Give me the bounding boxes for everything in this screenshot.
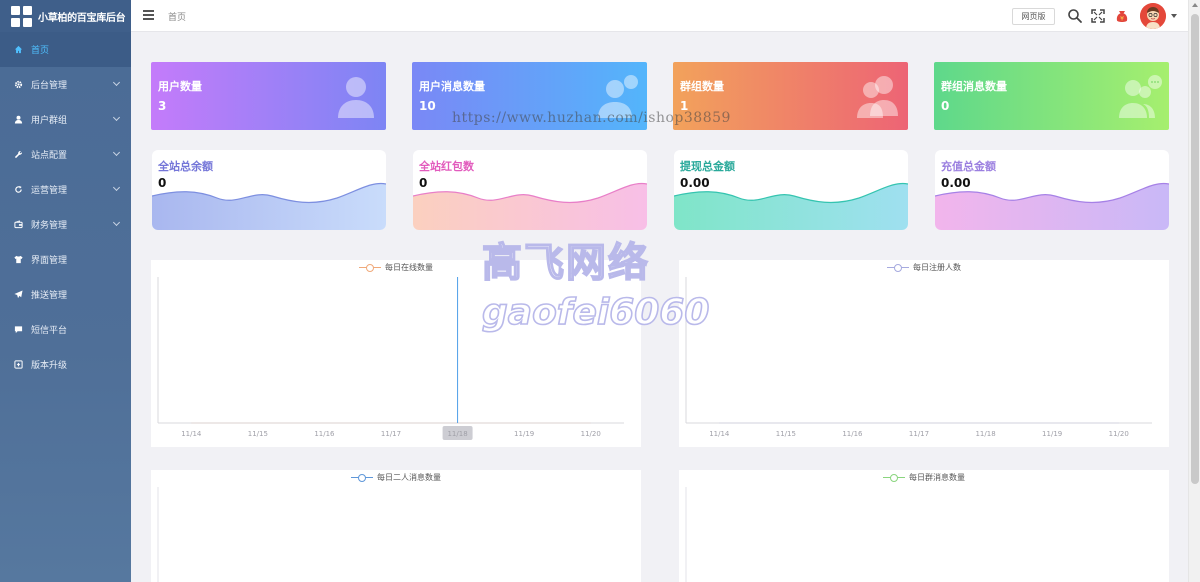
user-icon: [12, 115, 24, 124]
chart-panel-daily-register: 每日注册人数 11/14 11/15 11/16 11/17 11/18 11/19 11/2…: [679, 260, 1169, 447]
refresh-icon: [12, 185, 24, 194]
x-tick-label: 11/15: [248, 430, 268, 438]
sidebar-item-label: 界面管理: [31, 256, 68, 266]
sidebar-item-9[interactable]: 版本升级: [0, 347, 131, 382]
sidebar-item-2[interactable]: 用户群组: [0, 102, 131, 137]
sidebar-item-5[interactable]: 财务管理: [0, 207, 131, 242]
gear-icon: [12, 80, 24, 89]
x-tick-label: 11/19: [1042, 430, 1062, 438]
sidebar-item-label: 推送管理: [31, 291, 68, 301]
x-tick-label: 11/18: [447, 430, 467, 438]
wave-decoration: [152, 182, 386, 230]
chevron-down-icon: [112, 218, 121, 227]
stat-card: 群组消息数量 0: [934, 62, 1169, 130]
summary-card-value: 0: [419, 176, 428, 190]
x-tick-label: 11/18: [975, 430, 995, 438]
app-title: 小草柏的百宝库后台: [38, 12, 126, 24]
stat-card-value: 3: [158, 99, 167, 113]
x-tick-label: 11/19: [514, 430, 534, 438]
upgrade-icon: [12, 360, 24, 369]
money-bag-icon[interactable]: ¥: [1114, 8, 1130, 24]
x-tick-label: 11/14: [181, 430, 202, 438]
summary-card-value: 0.00: [941, 176, 971, 190]
comment-icon: [12, 325, 24, 334]
wrench-icon: [12, 150, 24, 159]
vertical-scrollbar[interactable]: [1188, 0, 1200, 582]
chart-panel-daily-private-messages: 每日二人消息数量: [151, 470, 641, 582]
line-chart: 11/14 11/15 11/16 11/17 11/18 11/19 11/20: [685, 277, 1152, 438]
watermark-brand-en: gaofei6060: [482, 292, 709, 333]
x-tick-label: 11/14: [709, 430, 730, 438]
stat-card-label: 用户数量: [158, 80, 202, 93]
shirt-icon: [12, 255, 24, 264]
sidebar: 小草柏的百宝库后台 首页后台管理用户群组站点配置运营管理财务管理界面管理推送管理…: [0, 0, 131, 582]
svg-text:¥: ¥: [1120, 16, 1124, 23]
summary-card: 全站红包数 0: [413, 150, 647, 230]
home-icon: [12, 45, 24, 54]
chevron-down-icon[interactable]: [1171, 14, 1177, 18]
summary-card-label: 提现总金额: [680, 160, 735, 173]
x-tick-label: 11/15: [776, 430, 796, 438]
summary-card-label: 充值总金额: [941, 160, 996, 173]
summary-card-value: 0.00: [680, 176, 710, 190]
brand[interactable]: 小草柏的百宝库后台: [0, 0, 131, 32]
summary-card-label: 全站总余额: [158, 160, 213, 173]
stat-card-label: 群组数量: [680, 80, 724, 93]
x-tick-label: 11/16: [842, 430, 863, 438]
sidebar-item-label: 站点配置: [31, 151, 68, 161]
stat-card-value: 0: [941, 99, 950, 113]
sidebar-item-label: 后台管理: [31, 81, 68, 91]
avatar[interactable]: [1140, 3, 1166, 29]
top-header: 首页 网页版 ¥: [131, 0, 1188, 32]
sidebar-item-label: 版本升级: [31, 361, 68, 371]
line-chart: [685, 487, 687, 582]
chevron-down-icon: [112, 113, 121, 122]
x-tick-label: 11/17: [381, 430, 401, 438]
sidebar-item-label: 首页: [31, 46, 50, 56]
sidebar-item-label: 运营管理: [31, 186, 68, 196]
sidebar-item-0[interactable]: 首页: [0, 32, 131, 67]
stat-card: 用户数量 3: [151, 62, 386, 130]
x-tick-label: 11/20: [1109, 430, 1129, 438]
paper-plane-icon: [12, 290, 24, 299]
summary-card-label: 全站红包数: [419, 160, 474, 173]
wave-decoration: [413, 182, 647, 230]
summary-card: 提现总金额 0.00: [674, 150, 908, 230]
line-chart: [157, 487, 159, 582]
chevron-down-icon: [112, 148, 121, 157]
menu-toggle-icon[interactable]: [143, 10, 154, 20]
x-tick-label: 11/20: [581, 430, 601, 438]
wallet-icon: [12, 220, 24, 229]
stat-card-label: 用户消息数量: [419, 80, 485, 93]
chart-panel-daily-group-messages: 每日群消息数量: [679, 470, 1169, 582]
sidebar-item-8[interactable]: 短信平台: [0, 312, 131, 347]
stat-card-label: 群组消息数量: [941, 80, 1007, 93]
sidebar-item-1[interactable]: 后台管理: [0, 67, 131, 102]
chevron-down-icon: [112, 78, 121, 87]
fullscreen-icon[interactable]: [1090, 8, 1106, 24]
summary-card: 全站总余额 0: [152, 150, 386, 230]
chevron-down-icon: [112, 183, 121, 192]
sidebar-item-7[interactable]: 推送管理: [0, 277, 131, 312]
logo-grid-icon: [11, 5, 32, 27]
summary-card-value: 0: [158, 176, 167, 190]
scroll-up-arrow-icon[interactable]: [1192, 3, 1198, 7]
sidebar-item-6[interactable]: 界面管理: [0, 242, 131, 277]
x-tick-label: 11/16: [314, 430, 335, 438]
sidebar-item-4[interactable]: 运营管理: [0, 172, 131, 207]
watermark-brand: 高飞网络 gaofei6060: [481, 239, 710, 334]
summary-card: 充值总金额 0.00: [935, 150, 1169, 230]
breadcrumb[interactable]: 首页: [168, 10, 186, 23]
search-icon[interactable]: [1067, 8, 1083, 24]
watermark-brand-cn: 高飞网络: [482, 240, 650, 286]
sidebar-item-3[interactable]: 站点配置: [0, 137, 131, 172]
scrollbar-thumb[interactable]: [1191, 14, 1199, 484]
watermark-url: https://www.huzhan.com/ishop38859: [452, 110, 731, 126]
sidebar-item-label: 财务管理: [31, 221, 68, 231]
sidebar-item-label: 短信平台: [31, 326, 68, 336]
stat-card-value: 10: [419, 99, 436, 113]
web-version-button[interactable]: 网页版: [1012, 8, 1055, 25]
sidebar-item-label: 用户群组: [31, 116, 68, 126]
x-tick-label: 11/17: [909, 430, 929, 438]
